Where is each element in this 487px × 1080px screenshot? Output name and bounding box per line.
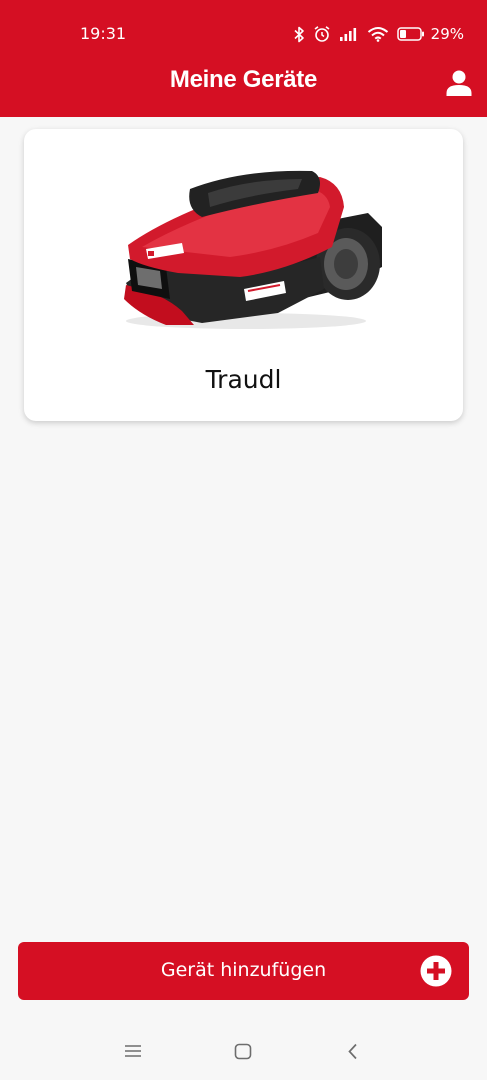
signal-icon (339, 28, 356, 41)
status-time: 19:31 (80, 24, 127, 43)
device-card[interactable]: Traudl (24, 129, 463, 421)
robot-lawnmower-image (124, 170, 382, 329)
status-icons: 29% (293, 22, 464, 46)
back-icon (348, 1043, 357, 1060)
system-navigation-bar (0, 1024, 487, 1080)
menu-button[interactable] (124, 1043, 142, 1063)
battery-icon (396, 27, 424, 41)
person-icon (446, 70, 472, 96)
bluetooth-icon (294, 26, 304, 42)
wifi-icon (367, 27, 388, 42)
home-icon (234, 1043, 252, 1060)
page-title: Meine Geräte (169, 66, 318, 93)
add-device-label: Gerät hinzufügen (160, 959, 327, 981)
menu-icon (125, 1045, 141, 1057)
app-header: 19:31 29% Meine Geräte (0, 0, 487, 117)
home-button[interactable] (234, 1043, 252, 1064)
profile-button[interactable] (442, 66, 476, 100)
battery-percentage: 29% (430, 25, 464, 43)
back-button[interactable] (346, 1043, 360, 1064)
alarm-icon (314, 26, 330, 42)
status-bar: 19:31 29% (0, 0, 487, 60)
plus-circle-icon (420, 955, 452, 987)
add-device-button[interactable]: Gerät hinzufügen (18, 942, 469, 1000)
device-name: Traudl (205, 365, 282, 394)
